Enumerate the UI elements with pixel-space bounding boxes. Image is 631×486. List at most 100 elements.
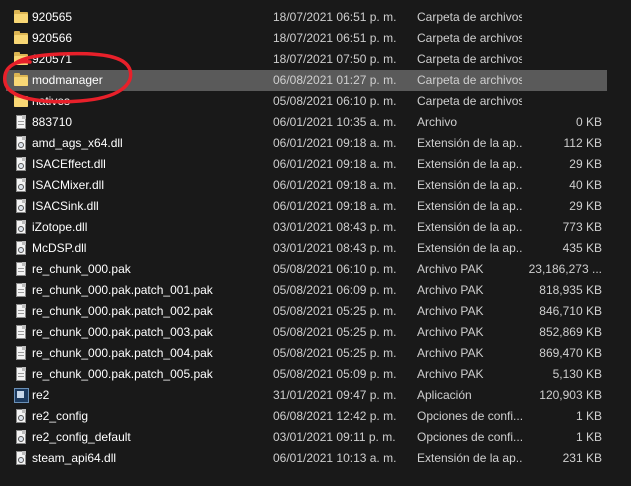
config-file-icon	[13, 408, 29, 425]
file-size: 5,130 KB	[552, 367, 602, 381]
file-row[interactable]: re2_config_default 03/01/2021 09:11 p. m.…	[0, 427, 631, 448]
file-row[interactable]: re_chunk_000.pak 05/08/2021 06:10 p. m. Ar…	[0, 259, 631, 280]
file-row[interactable]: modmanager 06/08/2021 01:27 p. m. Carpeta …	[0, 70, 631, 91]
file-size: 818,935 KB	[539, 283, 602, 297]
file-type: Carpeta de archivos	[417, 73, 522, 87]
file-row[interactable]: 920571 18/07/2021 07:50 p. m. Carpeta de a…	[0, 49, 631, 70]
file-type: Archivo PAK	[417, 346, 484, 360]
file-date: 05/08/2021 05:09 p. m.	[273, 367, 397, 381]
dll-file-icon	[13, 135, 29, 152]
file-date: 06/01/2021 09:18 a. m.	[273, 136, 397, 150]
file-type: Carpeta de archivos	[417, 94, 522, 108]
file-type: Extensión de la ap...	[417, 178, 522, 192]
file-name: modmanager	[32, 73, 103, 87]
file-icon	[13, 345, 29, 362]
file-size: 29 KB	[569, 199, 602, 213]
file-date: 18/07/2021 06:51 p. m.	[273, 31, 397, 45]
file-type: Carpeta de archivos	[417, 31, 522, 45]
folder-icon	[13, 72, 29, 89]
file-date: 03/01/2021 08:43 p. m.	[273, 220, 397, 234]
file-date: 31/01/2021 09:47 p. m.	[273, 388, 397, 402]
file-date: 06/01/2021 10:35 a. m.	[273, 115, 397, 129]
file-name: amd_ags_x64.dll	[32, 136, 123, 150]
file-type: Archivo PAK	[417, 304, 484, 318]
file-name: 883710	[32, 115, 73, 129]
file-size: 773 KB	[562, 220, 602, 234]
file-type: Extensión de la ap...	[417, 220, 522, 234]
file-size: 869,470 KB	[539, 346, 602, 360]
file-name: re_chunk_000.pak.patch_004.pak	[32, 346, 213, 360]
file-type: Archivo PAK	[417, 367, 484, 381]
file-date: 05/08/2021 05:25 p. m.	[273, 325, 397, 339]
file-type: Archivo	[417, 115, 458, 129]
file-type: Archivo PAK	[417, 283, 484, 297]
file-row[interactable]: 920566 18/07/2021 06:51 p. m. Carpeta de a…	[0, 28, 631, 49]
file-row[interactable]: re_chunk_000.pak.patch_005.pak 05/08/2021…	[0, 364, 631, 385]
file-row[interactable]: 920565 18/07/2021 06:51 p. m. Carpeta de a…	[0, 7, 631, 28]
file-type: Archivo PAK	[417, 325, 484, 339]
file-name: ISACSink.dll	[32, 199, 99, 213]
file-size: 29 KB	[569, 157, 602, 171]
file-date: 06/01/2021 09:18 a. m.	[273, 199, 397, 213]
file-row[interactable]: 883710 06/01/2021 10:35 a. m. Archivo 0 KB	[0, 112, 631, 133]
dll-file-icon	[13, 219, 29, 236]
file-row[interactable]: re2 31/01/2021 09:47 p. m. Aplicación 120,9…	[0, 385, 631, 406]
folder-icon	[13, 51, 29, 68]
file-name: re2_config_default	[32, 430, 131, 444]
file-date: 06/08/2021 12:42 p. m.	[273, 409, 397, 423]
file-icon	[13, 114, 29, 131]
file-row[interactable]: ISACMixer.dll 06/01/2021 09:18 a. m. Exten…	[0, 175, 631, 196]
file-row[interactable]: ISACEffect.dll 06/01/2021 09:18 a. m. Exte…	[0, 154, 631, 175]
file-date: 05/08/2021 05:25 p. m.	[273, 304, 397, 318]
file-date: 06/01/2021 09:18 a. m.	[273, 178, 397, 192]
file-name: re_chunk_000.pak	[32, 262, 131, 276]
file-size: 435 KB	[562, 241, 602, 255]
file-icon	[13, 261, 29, 278]
file-size: 852,869 KB	[539, 325, 602, 339]
file-date: 18/07/2021 07:50 p. m.	[273, 52, 397, 66]
folder-icon	[13, 93, 29, 110]
file-row[interactable]: re_chunk_000.pak.patch_004.pak 05/08/2021…	[0, 343, 631, 364]
file-row[interactable]: amd_ags_x64.dll 06/01/2021 09:18 a. m. Ext…	[0, 133, 631, 154]
file-date: 03/01/2021 09:11 p. m.	[273, 430, 396, 444]
file-name: 920566	[32, 31, 73, 45]
file-type: Opciones de confi...	[417, 409, 522, 423]
file-name: 920565	[32, 10, 73, 24]
file-date: 05/08/2021 06:10 p. m.	[273, 94, 397, 108]
file-date: 06/01/2021 09:18 a. m.	[273, 157, 397, 171]
file-icon	[13, 282, 29, 299]
file-row[interactable]: re2_config 06/08/2021 12:42 p. m. Opciones…	[0, 406, 631, 427]
file-name: re2	[32, 388, 50, 402]
file-name: re_chunk_000.pak.patch_003.pak	[32, 325, 213, 339]
file-row[interactable]: steam_api64.dll 06/01/2021 10:13 a. m. Ext…	[0, 448, 631, 469]
file-size: 112 KB	[563, 136, 602, 150]
file-name: ISACEffect.dll	[32, 157, 106, 171]
folder-icon	[13, 30, 29, 47]
file-date: 05/08/2021 06:10 p. m.	[273, 262, 397, 276]
file-row[interactable]: natives 05/08/2021 06:10 p. m. Carpeta de …	[0, 91, 631, 112]
file-size: 23,186,273 ...	[528, 262, 602, 276]
file-type: Extensión de la ap...	[417, 241, 522, 255]
file-row[interactable]: re_chunk_000.pak.patch_001.pak 05/08/2021…	[0, 280, 631, 301]
file-row[interactable]: ISACSink.dll 06/01/2021 09:18 a. m. Extens…	[0, 196, 631, 217]
file-row[interactable]: McDSP.dll 03/01/2021 08:43 p. m. Extensión…	[0, 238, 631, 259]
file-type: Archivo PAK	[417, 262, 484, 276]
config-file-icon	[13, 429, 29, 446]
file-row[interactable]: iZotope.dll 03/01/2021 08:43 p. m. Extensi…	[0, 217, 631, 238]
file-type: Extensión de la ap...	[417, 136, 522, 150]
file-row[interactable]: re_chunk_000.pak.patch_002.pak 05/08/2021…	[0, 301, 631, 322]
file-name: natives	[32, 94, 71, 108]
folder-icon	[13, 9, 29, 26]
file-date: 06/01/2021 10:13 a. m.	[273, 451, 397, 465]
file-date: 05/08/2021 06:09 p. m.	[273, 283, 397, 297]
file-name: ISACMixer.dll	[32, 178, 105, 192]
file-type: Extensión de la ap...	[417, 199, 522, 213]
file-type: Opciones de confi...	[417, 430, 522, 444]
application-icon	[13, 387, 29, 404]
file-name: re_chunk_000.pak.patch_002.pak	[32, 304, 213, 318]
file-date: 06/08/2021 01:27 p. m.	[273, 73, 397, 87]
file-name: iZotope.dll	[32, 220, 88, 234]
file-row[interactable]: re_chunk_000.pak.patch_003.pak 05/08/2021…	[0, 322, 631, 343]
file-type: Carpeta de archivos	[417, 10, 522, 24]
file-name: re_chunk_000.pak.patch_005.pak	[32, 367, 213, 381]
